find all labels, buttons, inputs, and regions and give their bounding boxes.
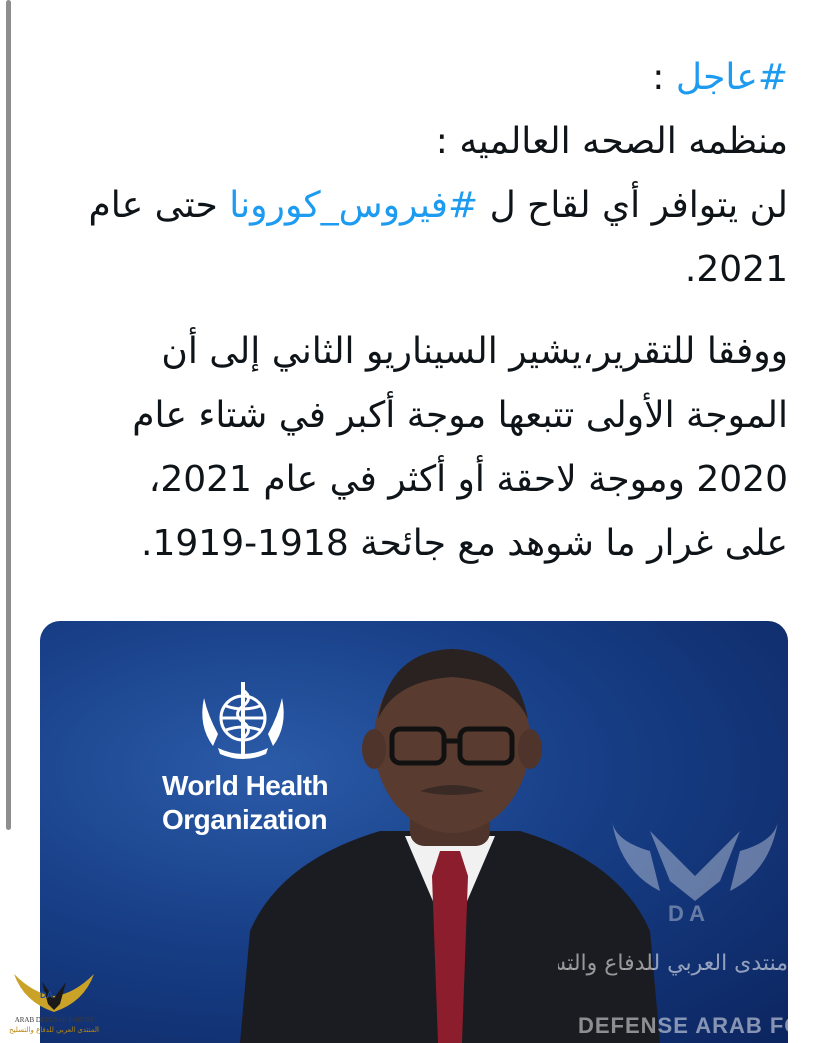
tweet-text-segment: : xyxy=(652,57,676,98)
watermark-arabic-text: منتدى العربي للدفاع والتسليح xyxy=(558,951,788,976)
tweet-text-paragraph-1: #عاجل : منظمه الصحه العالميه : لن يتوافر… xyxy=(40,46,788,302)
watermark-english-text: DEFENSE ARAB FORUM xyxy=(578,1013,788,1038)
scrollbar[interactable] xyxy=(6,0,11,830)
tweet-line-year: 2021. xyxy=(684,249,788,290)
tweet-line-who: منظمه الصحه العالميه : xyxy=(435,121,788,162)
tweet-text-segment: حتى عام xyxy=(88,185,230,226)
tweet-line: الموجة الأولى تتبعها موجة أكبر في شتاء ع… xyxy=(132,395,788,436)
tweet-line-vaccine: لن يتوافر أي لقاح ل #فيروس_كورونا حتى عا… xyxy=(40,174,788,238)
forum-eagle-icon: DA xyxy=(14,974,94,1012)
svg-text:D A: D A xyxy=(668,901,705,926)
tweet-line: على غرار ما شوهد مع جائحة 1918-1919. xyxy=(141,523,788,564)
tweet-text-segment: لن يتوافر أي لقاح ل xyxy=(478,185,788,226)
tweet-text-paragraph-2: ووفقا للتقرير،يشير السيناريو الثاني إلى … xyxy=(40,320,788,576)
tweet-line: ووفقا للتقرير،يشير السيناريو الثاني إلى … xyxy=(161,331,788,372)
tweet-line-urgent: #عاجل : xyxy=(40,46,788,110)
forum-badge-logo: DA ARAB DEFENSE FORUM المنتدى العربي للد… xyxy=(4,968,104,1040)
tweet-line: 2020 وموجة لاحقة أو أكثر في عام 2021، xyxy=(148,459,788,500)
speaker-figure xyxy=(240,649,660,1043)
hashtag-urgent[interactable]: #عاجل xyxy=(676,57,788,98)
forum-badge-arabic: المنتدى العربي للدفاع والتسليح xyxy=(9,1026,99,1034)
tweet-media-image[interactable]: World Health Organization D A منتدى العر… xyxy=(40,621,788,1043)
hashtag-coronavirus[interactable]: #فيروس_كورونا xyxy=(229,185,478,226)
svg-text:DA: DA xyxy=(40,990,53,1000)
defense-arab-forum-watermark-icon: D A xyxy=(612,821,778,926)
forum-badge-english: ARAB DEFENSE FORUM xyxy=(14,1016,94,1024)
